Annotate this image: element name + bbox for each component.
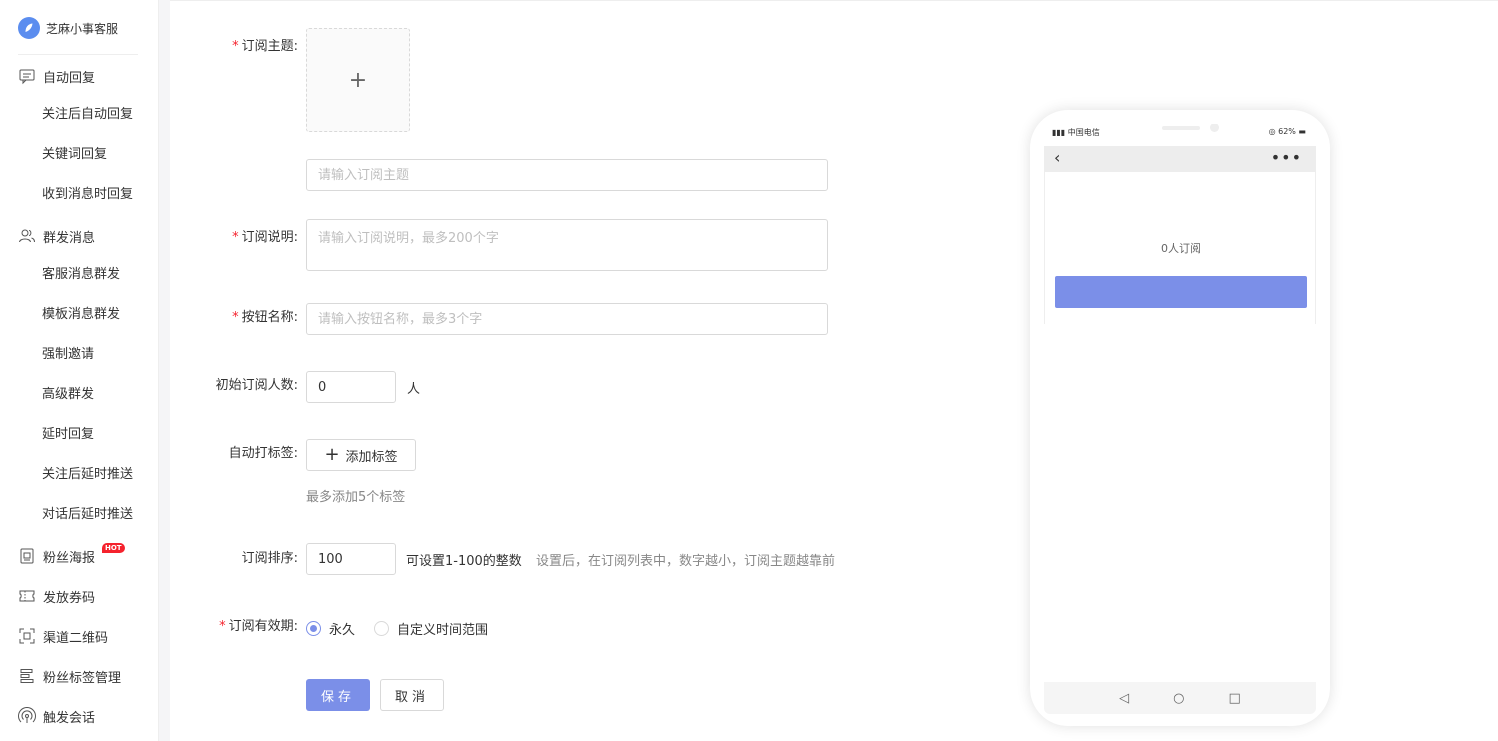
- validity-label: * 订阅有效期:: [219, 619, 298, 634]
- menu-group-label: 群发消息: [43, 230, 96, 246]
- speaker-icon: [1162, 126, 1200, 130]
- back-icon[interactable]: ‹: [1054, 150, 1060, 166]
- sidebar-item-keyword-reply[interactable]: 关键词回复: [42, 145, 107, 165]
- ticket-icon: [18, 587, 36, 605]
- phone-notch: [1104, 124, 1256, 146]
- preview-subscribe-button: [1055, 276, 1307, 308]
- sidebar-item-follow-delay-push[interactable]: 关注后延时推送: [42, 465, 133, 485]
- sidebar-item-follow-reply[interactable]: 关注后自动回复: [42, 105, 133, 125]
- plus-icon: +: [348, 67, 368, 93]
- button-name-label: * 按钮名称:: [232, 310, 298, 325]
- order-input[interactable]: [306, 543, 396, 575]
- button-name-input[interactable]: [306, 303, 828, 335]
- required-mark: *: [232, 230, 239, 245]
- menu-group-label: 自动回复: [43, 70, 96, 86]
- sidebar-item-fan-tags[interactable]: 粉丝标签管理: [18, 666, 121, 686]
- validity-radio-forever[interactable]: 永久: [306, 619, 355, 638]
- brand-name: 芝麻小事客服: [46, 21, 119, 36]
- tag-list-icon: [18, 667, 36, 685]
- sidebar-item-chat-delay-push[interactable]: 对话后延时推送: [42, 505, 133, 525]
- add-tag-button-label: 添加标签: [345, 449, 398, 465]
- tag-hint: 最多添加5个标签: [306, 490, 406, 505]
- save-button[interactable]: 保存: [306, 679, 370, 711]
- hot-badge: HOT: [102, 543, 125, 553]
- camera-icon: [1210, 124, 1219, 132]
- sidebar-item-trigger-session[interactable]: 触发会话: [18, 706, 95, 726]
- order-desc-hint: 设置后，在订阅列表中，数字越小，订阅主题越靠前: [536, 554, 836, 569]
- initial-count-label: 初始订阅人数:: [215, 378, 298, 393]
- topic-input[interactable]: [306, 159, 828, 191]
- phone-navbar: ‹ •••: [1044, 146, 1316, 172]
- sidebar-item-force-invite[interactable]: 强制邀请: [42, 345, 94, 365]
- initial-count-input[interactable]: [306, 371, 396, 403]
- signal-icon: [18, 707, 36, 725]
- sidebar-item-template-mass[interactable]: 模板消息群发: [42, 305, 120, 325]
- order-range-hint: 可设置1-100的整数: [406, 554, 522, 569]
- qrcode-icon: [18, 627, 36, 645]
- brand-divider: [18, 54, 138, 55]
- order-label: 订阅排序:: [241, 551, 298, 566]
- phone-screen: ▮▮▮ 中国电信 ◎ 62% ▬ ‹ ••• 0人订阅 ◁ ○ □: [1044, 124, 1316, 714]
- radio-unchecked-icon: [374, 621, 389, 636]
- brand-logo-icon: [18, 17, 40, 39]
- validity-radio-custom[interactable]: 自定义时间范围: [374, 619, 488, 638]
- menu-group-label: 渠道二维码: [43, 630, 109, 646]
- sidebar-item-delay-reply[interactable]: 延时回复: [42, 425, 94, 445]
- menu-group-mass-message[interactable]: 群发消息: [18, 226, 95, 246]
- more-icon[interactable]: •••: [1271, 148, 1302, 167]
- required-mark: *: [232, 310, 239, 325]
- preview-content: 0人订阅: [1044, 172, 1316, 324]
- topic-label: * 订阅主题:: [232, 39, 298, 54]
- phone-preview: ▮▮▮ 中国电信 ◎ 62% ▬ ‹ ••• 0人订阅 ◁ ○ □: [1030, 110, 1330, 726]
- add-tag-button[interactable]: + 添加标签: [306, 439, 416, 471]
- sidebar-item-message-reply[interactable]: 收到消息时回复: [42, 185, 133, 205]
- topic-image-uploader[interactable]: +: [306, 28, 410, 132]
- sidebar-item-channel-qr[interactable]: 渠道二维码: [18, 626, 108, 646]
- status-carrier: ▮▮▮ 中国电信: [1052, 128, 1100, 137]
- users-icon: [18, 227, 36, 245]
- menu-group-label: 触发会话: [43, 710, 96, 726]
- sidebar-item-coupon[interactable]: 发放券码: [18, 586, 95, 606]
- chat-icon: [18, 67, 36, 85]
- autotag-label: 自动打标签:: [228, 446, 298, 461]
- poster-icon: [18, 547, 36, 565]
- menu-group-label: 发放券码: [43, 590, 96, 606]
- plus-icon: +: [324, 444, 340, 465]
- nav-back-icon: ◁: [1119, 690, 1130, 706]
- sidebar-item-advanced-mass[interactable]: 高级群发: [42, 385, 94, 405]
- initial-count-unit: 人: [407, 382, 421, 397]
- nav-recent-icon: □: [1228, 690, 1241, 706]
- radio-checked-icon: [306, 621, 321, 636]
- brand[interactable]: 芝麻小事客服: [18, 16, 118, 40]
- sidebar: 芝麻小事客服 自动回复 关注后自动回复 关键词回复 收到消息时回复 群发消息 客…: [0, 0, 159, 741]
- desc-label: * 订阅说明:: [232, 230, 298, 245]
- preview-subscriber-count: 0人订阅: [1161, 242, 1201, 255]
- desc-textarea[interactable]: [306, 219, 828, 271]
- sidebar-item-kf-mass[interactable]: 客服消息群发: [42, 265, 120, 285]
- menu-group-label: 粉丝海报: [43, 550, 96, 566]
- nav-home-icon: ○: [1173, 690, 1185, 706]
- status-battery: ◎ 62% ▬: [1268, 127, 1306, 136]
- required-mark: *: [232, 39, 239, 54]
- required-mark: *: [219, 619, 226, 634]
- sidebar-item-fan-poster[interactable]: 粉丝海报: [18, 546, 95, 566]
- phone-bottom-nav: ◁ ○ □: [1044, 682, 1316, 714]
- menu-group-auto-reply[interactable]: 自动回复: [18, 66, 95, 86]
- menu-group-label: 粉丝标签管理: [43, 670, 122, 686]
- cancel-button[interactable]: 取消: [380, 679, 444, 711]
